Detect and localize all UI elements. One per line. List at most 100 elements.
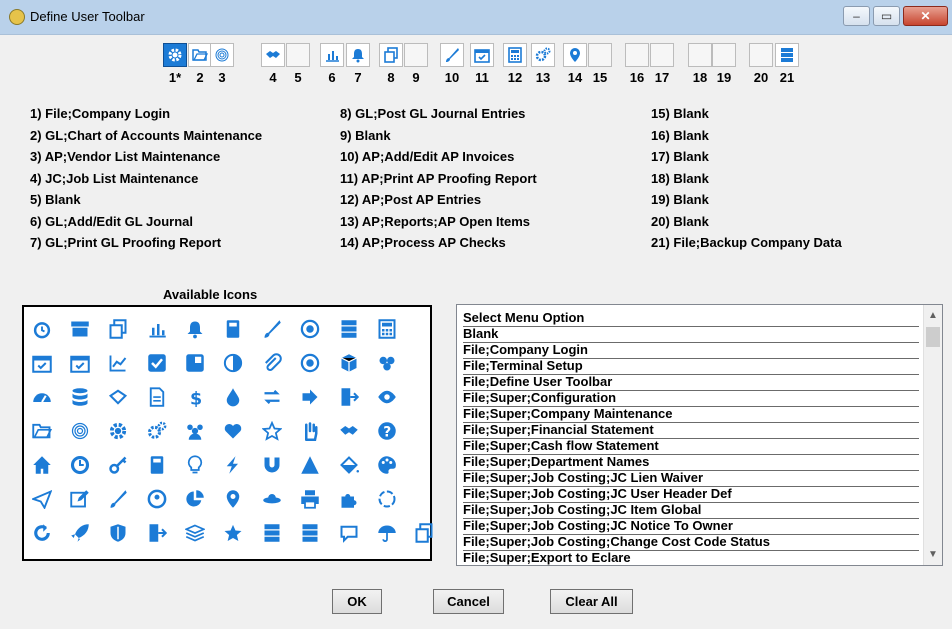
list-bars-icon[interactable]	[262, 523, 282, 543]
folder-open-icon[interactable]	[32, 421, 53, 441]
menu-option-item[interactable]: Select Menu Option	[463, 310, 919, 327]
archive-icon[interactable]	[70, 319, 90, 339]
diamond-icon[interactable]	[108, 387, 128, 407]
clone-icon[interactable]	[414, 523, 434, 543]
paint-bucket-icon[interactable]	[339, 455, 359, 475]
palette-icon[interactable]	[377, 455, 397, 475]
fingerprint-icon[interactable]	[70, 421, 90, 441]
book-icon[interactable]	[223, 319, 243, 339]
line-chart-icon[interactable]	[108, 353, 128, 373]
toolbar-slot-15[interactable]	[588, 43, 612, 67]
server-icon[interactable]	[339, 319, 359, 339]
file-text-icon[interactable]	[147, 387, 167, 407]
toolbar-slot-18[interactable]	[688, 43, 712, 67]
cancel-button[interactable]: Cancel	[433, 589, 504, 614]
copy-icon[interactable]	[108, 319, 128, 339]
menu-list-scrollbar[interactable]: ▲ ▼	[923, 305, 942, 565]
toolbar-slot-16[interactable]	[625, 43, 649, 67]
toolbar-slot-3[interactable]	[210, 43, 234, 67]
clear-all-button[interactable]: Clear All	[550, 589, 633, 614]
menu-option-item[interactable]: File;Terminal Setup	[463, 358, 919, 375]
calendar-icon[interactable]	[32, 353, 52, 373]
scroll-up-arrow[interactable]: ▲	[924, 307, 942, 324]
toolbar-slot-7[interactable]	[346, 43, 370, 67]
toolbar-slot-10[interactable]	[440, 43, 464, 67]
recycle-icon[interactable]	[377, 489, 397, 509]
list-bars-alt-icon[interactable]	[300, 523, 320, 543]
crosshairs-icon[interactable]	[300, 353, 320, 373]
gears-icon[interactable]	[147, 421, 167, 441]
group-icon[interactable]	[185, 421, 205, 441]
puzzle-icon[interactable]	[339, 489, 359, 509]
menu-option-item[interactable]: File;Super;Job Costing;JC User Header De…	[463, 486, 919, 503]
minimize-button[interactable]: –	[843, 6, 870, 26]
menu-option-item[interactable]: File;Super;Job Costing;Change Cost Code …	[463, 534, 919, 551]
star-icon[interactable]	[223, 523, 243, 543]
calculator-alt-icon[interactable]	[147, 455, 167, 475]
star-outline-icon[interactable]	[261, 420, 283, 441]
menu-option-item[interactable]: Blank	[463, 326, 919, 343]
paper-plane-icon[interactable]	[30, 489, 53, 510]
toolbar-slot-1[interactable]	[163, 43, 187, 67]
scroll-thumb[interactable]	[926, 327, 940, 347]
calculator-icon[interactable]	[377, 319, 397, 339]
scroll-down-arrow[interactable]: ▼	[924, 546, 942, 563]
map-marker-icon[interactable]	[223, 489, 243, 509]
menu-option-item[interactable]: File;Super;Department Names	[463, 454, 919, 471]
lightbulb-icon[interactable]	[185, 455, 205, 475]
ok-button[interactable]: OK	[332, 589, 382, 614]
toolbar-slot-21[interactable]	[775, 43, 799, 67]
maximize-button[interactable]: ▭	[873, 6, 900, 26]
question-circle-icon[interactable]: ?	[377, 421, 397, 441]
toolbar-slot-20[interactable]	[749, 43, 773, 67]
sign-out-icon[interactable]	[300, 387, 320, 407]
rocket-icon[interactable]	[70, 523, 90, 543]
menu-option-item[interactable]: File;Super;Configuration	[463, 390, 919, 407]
close-button[interactable]: ✕	[903, 6, 948, 26]
heart-icon[interactable]	[223, 421, 243, 441]
umbrella-icon[interactable]	[377, 523, 397, 543]
triangle-icon[interactable]	[300, 455, 320, 475]
refresh-icon[interactable]	[32, 523, 52, 543]
sign-in-icon[interactable]	[339, 387, 360, 407]
user-circle-icon[interactable]	[147, 489, 167, 509]
toolbar-slot-13[interactable]	[531, 43, 555, 67]
pie-block-icon[interactable]	[185, 353, 205, 373]
handshake-icon[interactable]	[339, 421, 359, 441]
check-square-icon[interactable]	[147, 353, 167, 373]
calendar-check-icon[interactable]	[70, 353, 90, 373]
menu-option-item[interactable]: File;Super;Job Costing;JC Lien Waiver	[463, 470, 919, 487]
contrast-icon[interactable]	[223, 353, 243, 373]
paperclip-icon[interactable]	[262, 353, 282, 373]
hand-icon[interactable]	[300, 421, 320, 441]
edit-icon[interactable]	[70, 489, 90, 509]
droplet-icon[interactable]	[223, 387, 243, 407]
bullseye-icon[interactable]	[300, 319, 320, 339]
menu-option-item[interactable]: File;Super;Company Maintenance	[463, 406, 919, 423]
menu-option-item[interactable]: File;Super;Export to Eclare	[463, 550, 919, 565]
pencil-icon[interactable]	[108, 489, 128, 509]
toolbar-slot-4[interactable]	[261, 43, 285, 67]
gear-icon[interactable]	[108, 421, 128, 441]
exchange-icon[interactable]	[262, 387, 282, 407]
menu-option-item[interactable]: File;Define User Toolbar	[463, 374, 919, 391]
bell-icon[interactable]	[185, 319, 205, 339]
menu-option-item[interactable]: File;Super;Job Costing;JC Notice To Owne…	[463, 518, 919, 535]
toolbar-slot-8[interactable]	[379, 43, 403, 67]
bar-chart-icon[interactable]	[147, 319, 167, 339]
clock-icon[interactable]	[70, 455, 90, 475]
paint-brush-icon[interactable]	[262, 319, 282, 339]
eye-icon[interactable]	[377, 387, 397, 407]
toolbar-slot-5[interactable]	[286, 43, 310, 67]
shield-icon[interactable]	[108, 523, 128, 543]
toolbar-slot-12[interactable]	[503, 43, 527, 67]
cube-icon[interactable]	[339, 353, 359, 373]
menu-option-list[interactable]: Select Menu Option Blank File;Company Logi…	[456, 304, 943, 566]
comment-icon[interactable]	[339, 523, 359, 543]
dollar-icon[interactable]: $	[185, 387, 205, 410]
cubes-icon[interactable]	[377, 353, 397, 373]
toolbar-slot-2[interactable]	[188, 43, 212, 67]
menu-option-item[interactable]: File;Super;Job Costing;JC Item Global	[463, 502, 919, 519]
stack-icon[interactable]	[184, 523, 206, 543]
menu-option-item[interactable]: File;Super;Cash flow Statement	[463, 438, 919, 455]
